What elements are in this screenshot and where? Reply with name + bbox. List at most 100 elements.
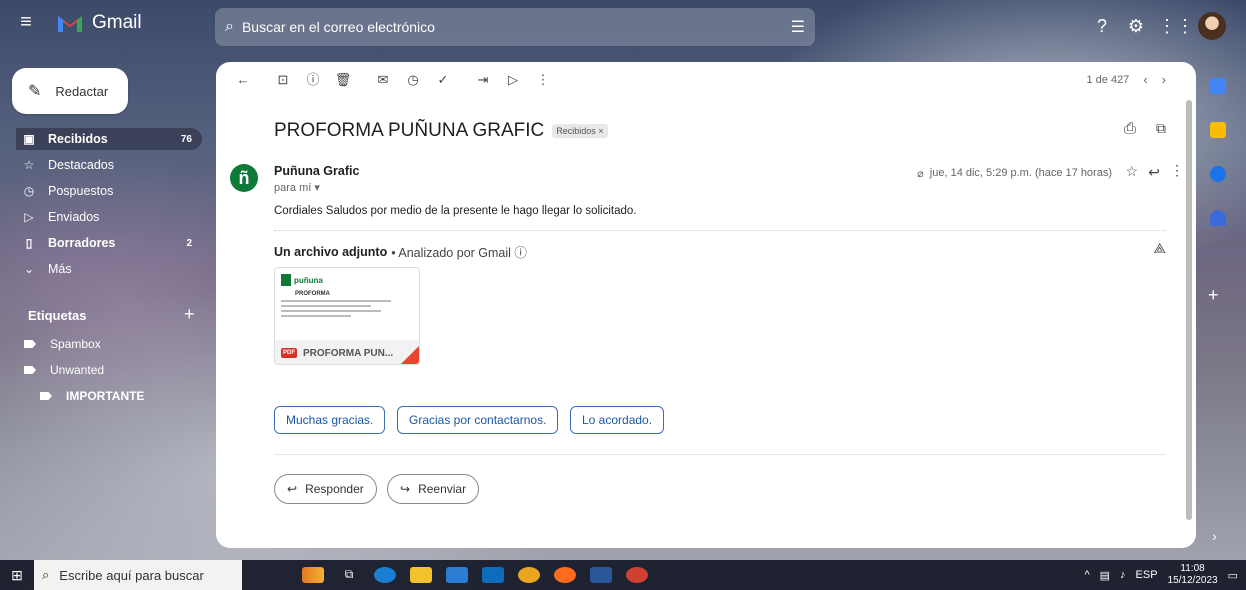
label-icon[interactable]: ▷ — [500, 67, 526, 93]
nav-count: 76 — [180, 133, 192, 145]
email-subject: PROFORMA PUÑUNA GRAFIC Recibidos × — [274, 120, 608, 142]
label-item[interactable]: Spambox — [24, 334, 101, 354]
brand-logo-icon — [281, 274, 291, 286]
smart-reply-button[interactable]: Lo acordado. — [570, 406, 665, 434]
divider — [274, 230, 1166, 231]
taskbar-search-text: Escribe aquí para buscar — [59, 567, 204, 583]
nav-inbox[interactable]: ▣ Recibidos 76 — [16, 128, 202, 150]
forward-icon: ↪ — [400, 482, 411, 496]
add-to-drive-icon[interactable]: ⟁ — [1154, 240, 1167, 257]
add-label-icon[interactable]: + — [184, 304, 195, 325]
open-new-window-icon[interactable]: ⧉ — [1156, 120, 1166, 137]
firefox-icon[interactable] — [554, 567, 576, 583]
nav-more[interactable]: ⌄ Más — [16, 258, 202, 280]
more-options-icon[interactable]: ⋮ — [530, 67, 556, 93]
smart-reply-button[interactable]: Muchas gracias. — [274, 406, 386, 434]
edge-icon[interactable] — [374, 567, 396, 583]
next-icon[interactable]: › — [1162, 72, 1166, 87]
search-icon: ⌕ — [42, 567, 50, 582]
mail-icon[interactable] — [482, 567, 504, 583]
pager-text: 1 de 427 — [1086, 73, 1130, 86]
app-icon[interactable] — [626, 567, 648, 583]
label-item[interactable]: IMPORTANTE — [40, 386, 144, 406]
lang-indicator[interactable]: ESP — [1136, 569, 1158, 581]
nav-label: Más — [48, 262, 72, 276]
gmail-logo[interactable]: Gmail — [56, 10, 142, 36]
nav-sent[interactable]: ▷ Enviados — [16, 206, 202, 228]
date-text: jue, 14 dic, 5:29 p.m. (hace 17 horas) — [929, 167, 1112, 179]
add-task-icon[interactable]: ✓ — [430, 67, 456, 93]
chevron-down-icon: ⌄ — [23, 262, 35, 276]
attachment-thumbnail[interactable]: puñuna PROFORMA PDF PROFORMA PUN... — [274, 267, 420, 365]
email-body: Cordiales Saludos por medio de la presen… — [274, 205, 637, 217]
taskbar-search[interactable]: ⌕ Escribe aquí para buscar — [34, 560, 242, 590]
nav-label: Enviados — [48, 210, 100, 224]
nav-label: Pospuestos — [48, 184, 114, 198]
search-options-icon[interactable]: ☰ — [791, 17, 805, 37]
nav-snoozed[interactable]: ◷ Pospuestos — [16, 180, 202, 202]
email-date: ⌀ jue, 14 dic, 5:29 p.m. (hace 17 horas) — [917, 167, 1112, 180]
label-tag-icon — [24, 366, 36, 374]
chrome-icon[interactable] — [518, 567, 540, 583]
apps-grid-icon[interactable]: ⋮⋮ — [1158, 14, 1194, 38]
nav-drafts[interactable]: ▯ Borradores 2 — [16, 232, 202, 254]
archive-icon[interactable]: ⊡ — [270, 67, 296, 93]
task-view-icon[interactable]: ⧉ — [338, 567, 360, 583]
reply-icon[interactable]: ↩ — [1148, 164, 1160, 181]
sender-name[interactable]: Puñuna Grafic — [274, 164, 359, 178]
inbox-badge[interactable]: Recibidos × — [552, 124, 608, 138]
more-vert-icon[interactable]: ⋮ — [1170, 162, 1184, 179]
keep-icon[interactable] — [1210, 122, 1226, 138]
contacts-icon[interactable] — [1210, 210, 1226, 226]
windows-start-icon[interactable]: ⊞ — [0, 560, 34, 590]
nav-count: 2 — [186, 237, 192, 249]
tray-expand-icon[interactable]: ^ — [1084, 569, 1089, 581]
add-addon-icon[interactable]: + — [1208, 285, 1219, 306]
volume-icon[interactable]: ♪ — [1120, 569, 1126, 581]
widgets-icon[interactable] — [302, 567, 324, 583]
app-name: Gmail — [92, 12, 142, 33]
reply-button[interactable]: ↩ Responder — [274, 474, 377, 504]
back-arrow-icon[interactable]: ← — [230, 67, 256, 93]
star-icon: ☆ — [23, 158, 35, 172]
help-icon[interactable]: ? — [1090, 14, 1114, 38]
store-icon[interactable] — [446, 567, 468, 583]
scrollbar[interactable] — [1186, 100, 1192, 520]
file-explorer-icon[interactable] — [410, 567, 432, 583]
report-spam-icon[interactable]: ⓘ — [300, 67, 326, 93]
expand-panel-icon[interactable]: › — [1212, 528, 1217, 544]
word-icon[interactable] — [590, 567, 612, 583]
search-icon[interactable]: ⌕ — [225, 18, 234, 36]
move-to-icon[interactable]: ⇥ — [470, 67, 496, 93]
system-tray: ^ ▤ ♪ ESP 11:08 15/12/2023 ▭ — [1084, 560, 1238, 590]
tasks-icon[interactable] — [1210, 166, 1226, 182]
delete-icon[interactable]: 🗑 — [330, 67, 356, 93]
calendar-icon[interactable] — [1210, 78, 1226, 94]
network-icon[interactable]: ▤ — [1100, 569, 1110, 582]
search-bar[interactable]: ⌕ ☰ — [215, 8, 815, 46]
label-tag-icon — [24, 340, 36, 348]
star-icon[interactable]: ☆ — [1125, 163, 1138, 180]
nav-label: Borradores — [48, 236, 116, 250]
taskbar: ⊞ ⌕ Escribe aquí para buscar ⧉ ^ ▤ ♪ ESP… — [0, 560, 1246, 590]
nav-label: Destacados — [48, 158, 115, 172]
clock[interactable]: 11:08 15/12/2023 — [1168, 563, 1218, 587]
account-avatar[interactable] — [1198, 12, 1226, 40]
print-icon[interactable]: ⎙ — [1124, 120, 1136, 137]
clock-icon: ◷ — [23, 184, 35, 198]
settings-gear-icon[interactable]: ⚙ — [1124, 14, 1148, 38]
doc-line — [281, 315, 351, 317]
sender-avatar[interactable]: ñ — [230, 164, 258, 192]
nav-starred[interactable]: ☆ Destacados — [16, 154, 202, 176]
forward-button[interactable]: ↪ Reenviar — [387, 474, 480, 504]
label-item[interactable]: Unwanted — [24, 360, 104, 380]
main-menu-icon[interactable]: ≡ — [14, 10, 38, 34]
smart-reply-button[interactable]: Gracias por contactarnos. — [397, 406, 559, 434]
prev-icon[interactable]: ‹ — [1143, 72, 1147, 87]
mark-unread-icon[interactable]: ✉ — [370, 67, 396, 93]
recipient-details[interactable]: para mí ▾ — [274, 181, 320, 194]
snooze-icon[interactable]: ◷ — [400, 67, 426, 93]
compose-button[interactable]: ✎ Redactar — [12, 68, 128, 114]
search-input[interactable] — [241, 19, 791, 35]
notifications-icon[interactable]: ▭ — [1228, 569, 1238, 582]
